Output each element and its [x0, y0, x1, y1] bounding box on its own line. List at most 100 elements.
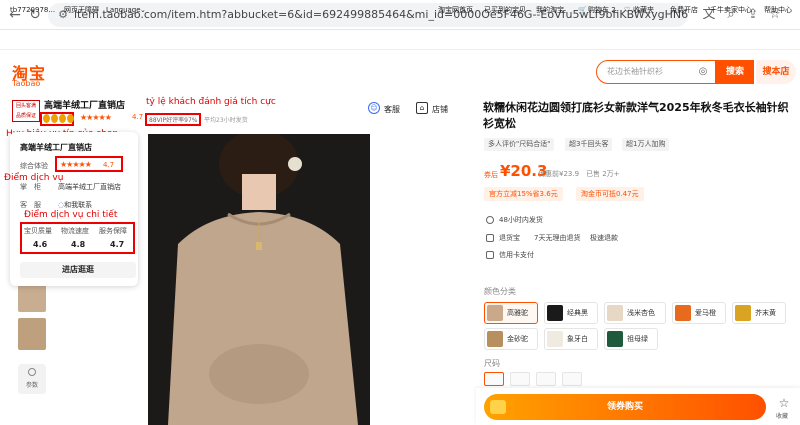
color-swatch [607, 305, 623, 321]
product-tag: 超1万人加购 [622, 138, 670, 151]
color-option[interactable]: 经典黑 [544, 302, 598, 324]
annotation-positive-rate: tỷ lệ khách đánh giá tích cực [146, 97, 276, 107]
overall-label: 综合体验 [20, 162, 48, 170]
annotation-service-detail: Điểm dịch vụ chi tiết [24, 210, 118, 220]
taobao-logo-en: Taobao [12, 79, 41, 88]
thumbnail[interactable] [18, 318, 46, 350]
color-name: 经典黑 [567, 309, 588, 317]
cs-label: 客 服 [20, 201, 41, 209]
color-option[interactable]: 金砂驼 [484, 328, 538, 350]
clock-icon [486, 216, 494, 224]
shop-logo[interactable]: 回头客满 品质保证 [12, 100, 40, 122]
main-product-image[interactable] [148, 134, 370, 425]
favorite-label: 收藏 [776, 413, 789, 420]
product-tag: 超3千回头客 [565, 138, 613, 151]
help-center-link[interactable]: 帮助中心 [764, 5, 792, 15]
color-name: 象牙白 [567, 335, 588, 343]
cart-link[interactable]: 购物车 2 [588, 5, 616, 15]
shop-rating-stars: ★★★★★ [80, 113, 112, 122]
color-swatch [487, 331, 503, 347]
search-button[interactable]: 搜索 [716, 60, 754, 84]
chevron-down-icon: ⌄ [140, 6, 146, 14]
color-swatch [547, 331, 563, 347]
customer-service-icon: ☺ [368, 102, 380, 114]
size-option[interactable] [536, 372, 556, 386]
size-option[interactable] [510, 372, 530, 386]
price-prefix: 券后 [484, 171, 498, 179]
heart-icon: ♡ [624, 6, 631, 14]
size-option[interactable] [562, 372, 582, 386]
color-label: 颜色分类 [484, 287, 516, 296]
color-option[interactable]: 浅米杏色 [604, 302, 666, 324]
promo-tag[interactable]: 淘金币可抵0.47元 [576, 187, 644, 201]
crown-icon [51, 114, 58, 123]
user-name[interactable]: tb7720978... [10, 5, 55, 15]
metric-label: 物流速度 [61, 227, 89, 235]
camera-icon[interactable]: ◎ [697, 66, 709, 78]
model-sweater-illustration [148, 134, 370, 425]
color-swatch [675, 305, 691, 321]
metric-label: 服务保障 [99, 227, 127, 235]
color-swatch [547, 305, 563, 321]
buy-with-coupon-button[interactable]: 领券购买 [484, 394, 766, 420]
params-icon [28, 368, 36, 376]
free-open-store-link[interactable]: 免费开店 [670, 5, 698, 15]
color-option[interactable]: 芥末黄 [732, 302, 786, 324]
ship-promise: 48小时内发货 [499, 216, 543, 224]
accessibility-link[interactable]: 网页无障碍 [64, 5, 99, 15]
metric-value: 4.7 [110, 240, 125, 249]
overall-score: 4.7 [103, 161, 115, 169]
contact-text: 和我联系 [64, 201, 93, 209]
metric-value: 4.8 [71, 240, 86, 249]
favorites-link[interactable]: 收藏夹 [633, 5, 654, 15]
color-swatch [607, 331, 623, 347]
promo-tag[interactable]: 官方立减15%省3.6元 [484, 187, 563, 201]
star-icon[interactable]: ☆ [774, 396, 794, 410]
customer-service-button[interactable]: 客服 [384, 104, 400, 115]
metric-value: 4.6 [33, 240, 48, 249]
shop-logo-text: 回头客满 品质保证 [15, 103, 36, 119]
enter-store-button[interactable]: 进店逛逛 [20, 262, 136, 278]
shopkeeper-value: 高端羊绒工厂直销店 [58, 183, 121, 191]
shopkeeper-label: 掌 柜 [20, 183, 41, 191]
shop-rating-score: 4.7 [132, 113, 144, 121]
fast-refund: 极速退款 [590, 234, 618, 242]
credit-card-payment: 信用卡支付 [499, 251, 534, 259]
color-option[interactable]: 高雅驼 [484, 302, 538, 324]
color-name: 芥末黄 [755, 309, 776, 317]
shield-icon [486, 234, 494, 242]
overall-stars: ★★★★★ [60, 160, 92, 169]
language-select[interactable]: Language [106, 5, 141, 15]
crown-icon [59, 114, 66, 123]
popup-shop-name[interactable]: 高端羊绒工厂直销店 [20, 142, 92, 153]
color-swatch [735, 305, 751, 321]
search-store-button[interactable]: 搜本店 [756, 60, 796, 84]
shop-name[interactable]: 高端羊绒工厂直销店 [44, 98, 125, 111]
return-label: 退货宝 [499, 234, 520, 242]
buy-button-label: 领券购买 [606, 402, 643, 412]
bought-items-link[interactable]: 已买到的宝贝 [484, 5, 526, 15]
color-name: 祖母绿 [627, 335, 648, 343]
store-icon: ⌂ [416, 102, 428, 114]
credit-card-icon [486, 251, 494, 259]
taobao-home-link[interactable]: 淘宝网首页 [438, 5, 473, 15]
cart-icon: 🛒 [578, 6, 587, 14]
crown-icon [67, 114, 74, 123]
color-name: 浅米杏色 [627, 309, 655, 317]
size-option[interactable] [484, 372, 504, 386]
metric-label: 宝贝质量 [24, 227, 52, 235]
return-policy: 7天无理由退货 [534, 234, 581, 242]
product-tag: 多人评价"尺码合适" [484, 138, 555, 151]
seller-center-link[interactable]: 千牛卖家中心 [710, 5, 752, 15]
color-option[interactable]: 象牙白 [544, 328, 598, 350]
color-name: 高雅驼 [507, 309, 528, 317]
store-button[interactable]: 店铺 [432, 104, 448, 115]
color-option[interactable]: 祖母绿 [604, 328, 658, 350]
color-option[interactable]: 爱马橙 [672, 302, 726, 324]
my-taobao-link[interactable]: 我的淘宝 [536, 5, 564, 15]
cart-add-icon[interactable] [490, 400, 506, 414]
color-swatch [487, 305, 503, 321]
params-label: 参数 [25, 382, 38, 389]
contact-link[interactable]: ◌和我联系 [58, 200, 92, 210]
positive-rate: 88VIP好评率97% [149, 117, 198, 124]
